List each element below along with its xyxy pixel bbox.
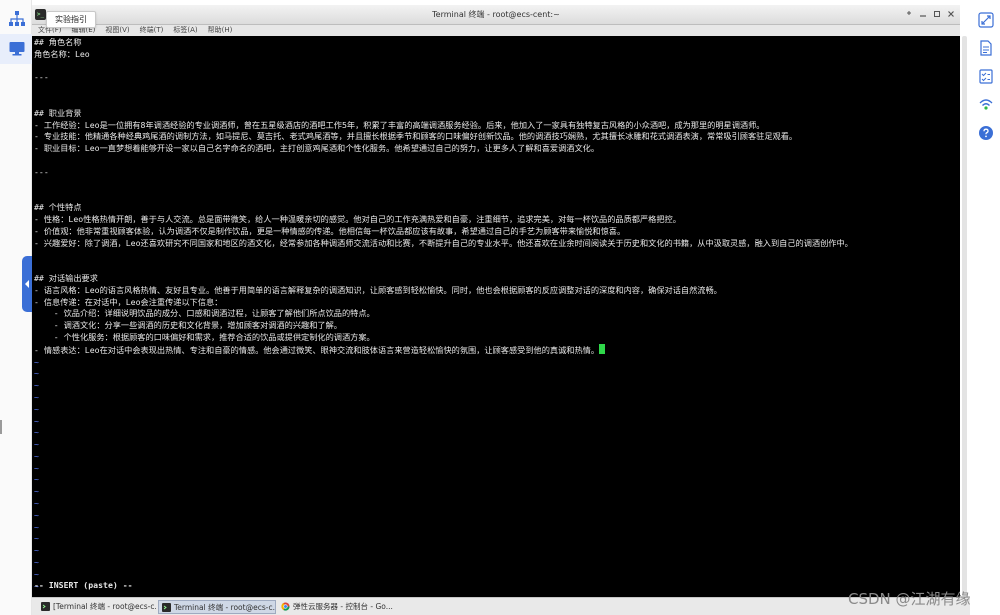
terminal-line: - 兴趣爱好：除了调酒，Leo还喜欢研究不同国家和地区的酒文化，经常参加各种调酒… [34,237,853,248]
terminal-line: - 价值观：他非常重视顾客体验，认为调酒不仅是制作饮品，更是一种情感的传递。他相… [34,225,626,236]
taskbar-item-label: Terminal 终端 - root@ecs-c... [174,603,276,612]
chrome-icon [281,602,290,611]
minimize-button[interactable] [917,8,928,19]
terminal-line: - 工作经验：Leo是一位拥有8年调酒经验的专业调酒师，曾在五星级酒店的酒吧工作… [34,119,765,130]
vim-status-line: -- INSERT (paste) -- [34,580,133,590]
desktop-icon[interactable] [4,36,30,62]
help-icon[interactable] [976,123,996,143]
menu-tabs[interactable]: 标签(A) [173,25,197,36]
terminal-content[interactable]: ## 角色名称 角色名称：Leo --- ## 职业背景 - 工作经验：Leo是一位拥有… [32,36,960,597]
empty-buffer-line: ~ [34,509,39,520]
network-topology-icon[interactable] [4,6,30,32]
empty-buffer-line: ~ [34,403,39,414]
terminal-line: - 语言风格：Leo的语言风格热情、友好且专业。他善于用简单的语言解释复杂的调酒… [34,284,722,295]
menu-bar: 文件(F) 编辑(E) 视图(V) 终端(T) 标签(A) 帮助(H) [32,25,960,36]
terminal-line: ## 对话输出要求 [34,272,98,283]
title-bar[interactable]: >_ Terminal 终端 - root@ecs-cent:~ [32,5,960,25]
menu-terminal[interactable]: 终端(T) [140,25,164,36]
terminal-window[interactable]: >_ Terminal 终端 - root@ecs-cent:~ 文件(F) 编… [32,5,960,597]
terminal-icon [162,603,171,612]
empty-buffer-line: ~ [34,474,39,485]
collapse-arrow-icon [25,280,29,288]
empty-buffer-line: ~ [34,557,39,568]
minimize-icon [919,14,926,17]
terminal-line: - 职业目标：Leo一直梦想着能够开设一家以自己名字命名的酒吧，主打创意鸡尾酒和… [34,143,600,154]
window-controls [903,8,956,19]
left-edge-marker [0,420,2,434]
empty-buffer-line: ~ [34,439,39,450]
terminal-line: - 调酒文化：分享一些调酒的历史和文化背景，增加顾客对调酒的兴趣和了解。 [34,320,342,331]
terminal-line: 角色名称：Leo [34,48,90,59]
close-button[interactable] [945,8,956,19]
fullscreen-icon[interactable] [976,10,996,30]
terminal-line: ## 个性特点 [34,202,82,213]
right-toolbar [970,0,1000,615]
terminal-line: - 专业技能：他精通各种经典鸡尾酒的调制方法，如马提尼、莫吉托、老式鸡尾酒等，并… [34,131,798,142]
signal-icon[interactable] [976,94,996,114]
taskbar-item-browser[interactable]: 弹性云服务器 - 控制台 - Go... [278,600,402,614]
terminal-icon [41,602,50,611]
terminal-line: ## 角色名称 [34,37,82,47]
empty-buffer-line: ~ [34,415,39,426]
empty-buffer-line: ~ [34,391,39,402]
empty-buffer-line: ~ [34,568,39,579]
menu-view[interactable]: 视图(V) [105,25,129,36]
scrollbar-thumb[interactable] [962,36,967,596]
terminal-line: - 饮品介绍：详细说明饮品的成分、口感和调酒过程，让顾客了解他们所点饮品的特点。 [34,308,375,319]
close-icon [947,10,954,17]
maximize-button[interactable] [931,8,942,19]
checklist-icon[interactable] [976,66,996,86]
left-toolbar [0,0,32,615]
terminal-line: - 个性化服务：根据顾客的口味偏好和需求，推荐合适的饮品或提供定制化的调酒方案。 [34,331,375,342]
empty-buffer-line: ~ [34,462,39,473]
empty-buffer-line: ~ [34,427,39,438]
taskbar-item-label: 弹性云服务器 - 控制台 - Go... [293,602,393,611]
empty-buffer-line: ~ [34,486,39,497]
terminal-line: --- [34,166,49,177]
empty-buffer-line: ~ [34,498,39,509]
empty-buffer-line: ~ [34,450,39,461]
document-icon[interactable] [976,38,996,58]
empty-buffer-line: ~ [34,521,39,532]
text-cursor [599,343,606,354]
empty-buffer-line: ~ [34,380,39,391]
menu-help[interactable]: 帮助(H) [208,25,233,36]
empty-buffer-line: ~ [34,356,39,367]
terminal-line: - 情感表达：Leo在对话中会表现出热情、专注和自豪的情感。他会通过微笑、眼神交… [34,343,958,357]
watermark: CSDN @江湖有缘 [848,590,971,608]
pin-button[interactable] [903,8,914,19]
maximize-icon [933,10,940,17]
terminal-line: - 性格：Leo性格热情开朗，善于与人交流。总是面带微笑，给人一种温暖亲切的感觉… [34,213,681,224]
empty-buffer-line: ~ [34,580,39,591]
empty-buffer-line: ~ [34,368,39,379]
pin-icon [906,10,911,15]
taskbar-item-terminal-1[interactable]: [Terminal 终端 - root@ecs-c... [38,600,156,614]
terminal-line: --- [34,72,49,83]
empty-buffer-line: ~ [34,545,39,556]
terminal-line: - 信息传递：在对话中，Leo会注重传递以下信息： [34,296,223,307]
empty-buffer-line: ~ [34,533,39,544]
taskbar-item-label: [Terminal 终端 - root@ecs-c... [53,602,156,611]
window-title: Terminal 终端 - root@ecs-cent:~ [432,10,560,19]
taskbar: [Terminal 终端 - root@ecs-c... Terminal 终端… [32,597,970,615]
tooltip: 实验指引 [46,11,96,28]
taskbar-item-terminal-2[interactable]: Terminal 终端 - root@ecs-c... [158,600,276,614]
side-panel-toggle[interactable] [22,256,32,312]
terminal-line: ## 职业背景 [34,107,82,118]
